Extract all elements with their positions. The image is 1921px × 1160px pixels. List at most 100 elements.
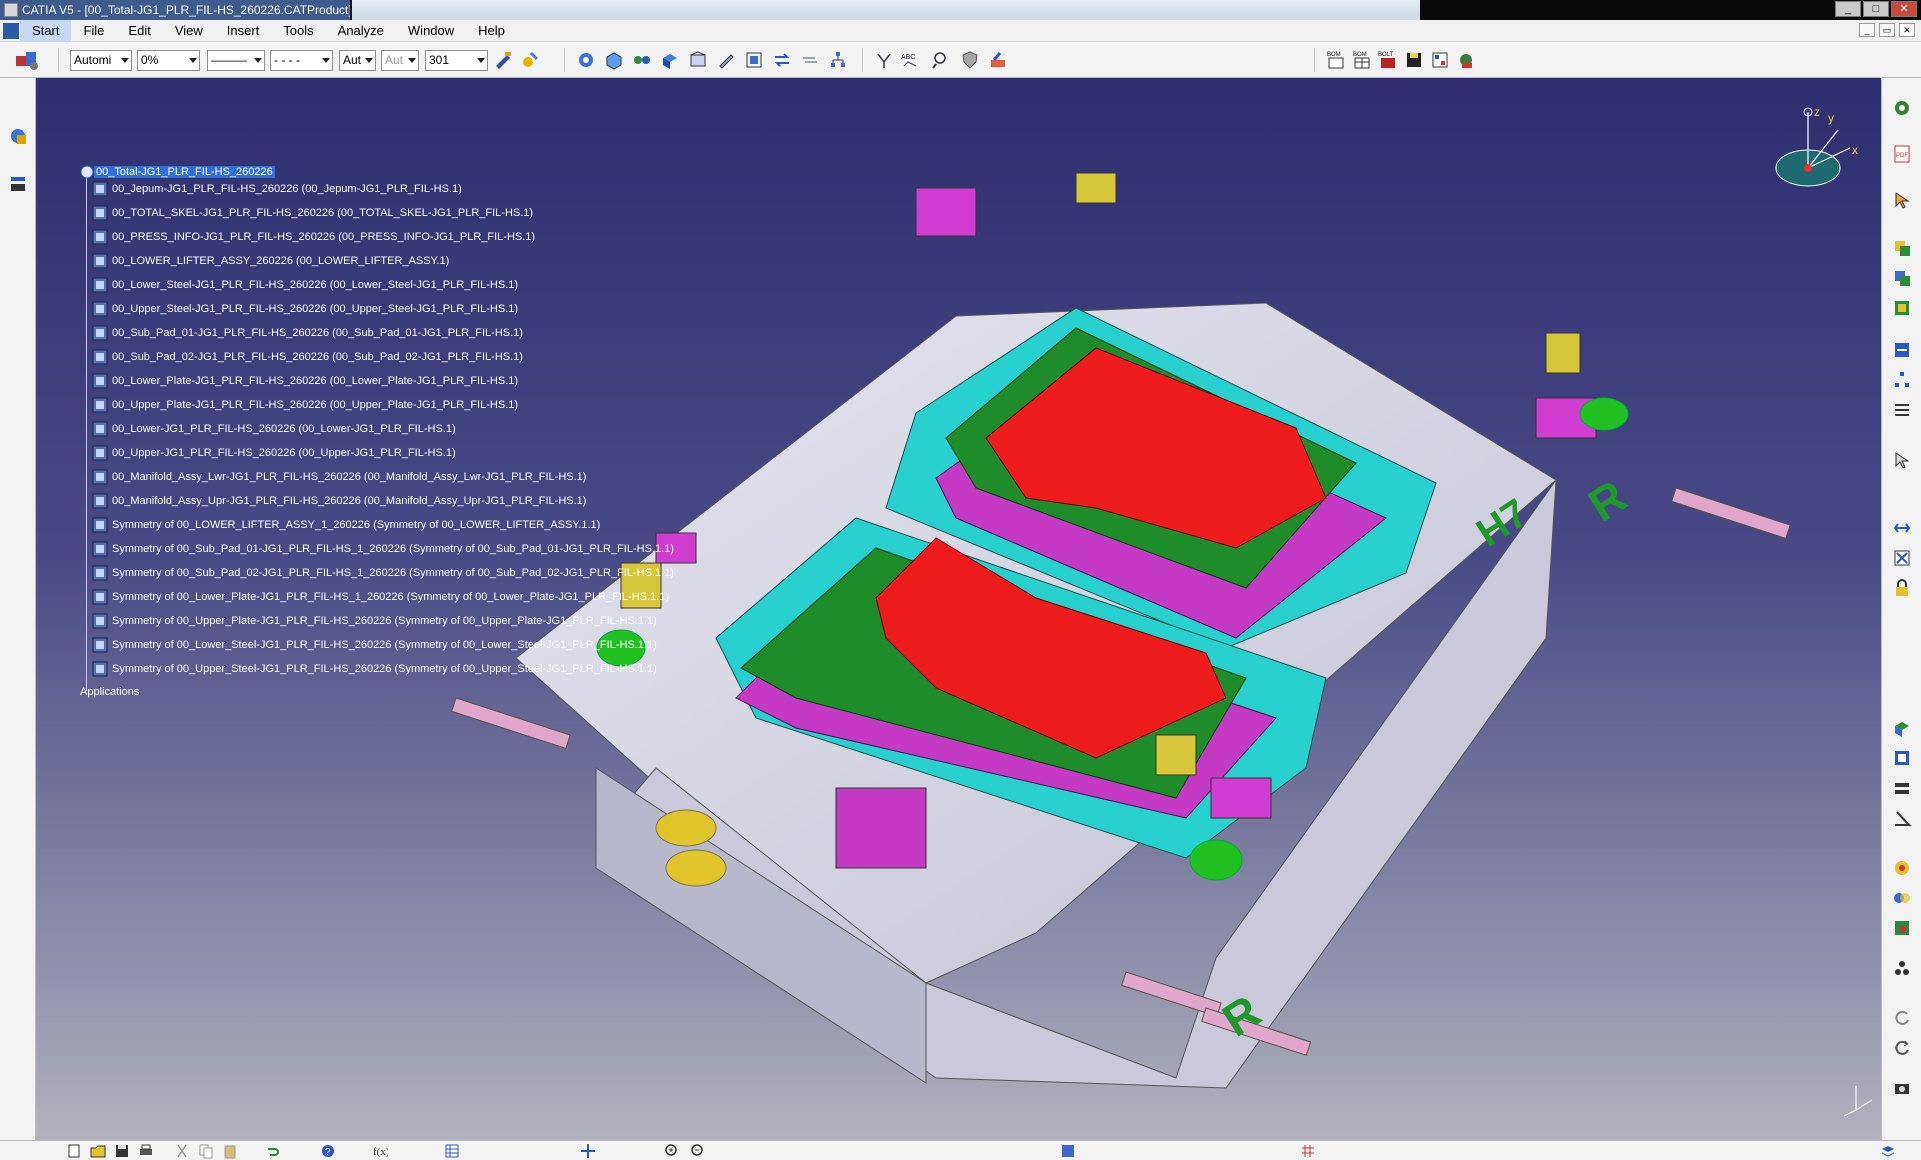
doc-close-button[interactable]: ✕ (1899, 23, 1915, 37)
close-button[interactable]: ✕ (1891, 1, 1917, 17)
swap-icon[interactable] (772, 50, 792, 70)
compass-widget[interactable]: y x z (1758, 96, 1868, 206)
tree-item[interactable]: 00_Upper-JG1_PLR_FIL-HS_260226 (00_Upper… (92, 444, 456, 462)
document-icon[interactable] (3, 23, 19, 39)
menu-file[interactable]: File (71, 20, 116, 42)
menu-edit[interactable]: Edit (116, 20, 162, 42)
contact-constraint-icon[interactable] (1892, 748, 1912, 768)
settings-icon[interactable] (1456, 50, 1476, 70)
painter-icon[interactable] (493, 50, 513, 70)
doc-minimize-button[interactable]: _ (1859, 23, 1875, 37)
explode-icon[interactable] (1892, 518, 1912, 538)
coincidence-constraint-icon[interactable] (1892, 718, 1912, 738)
minimize-button[interactable]: _ (1835, 1, 1861, 17)
replace-component-icon[interactable] (1892, 340, 1912, 360)
layer-combo[interactable]: 301 (425, 50, 488, 71)
transparency-combo[interactable]: 0% (137, 50, 200, 71)
menu-window[interactable]: Window (396, 20, 466, 42)
linetype-combo[interactable]: ——— (207, 50, 265, 71)
3d-viewport[interactable]: H7 R R 00_Total-JG1_PLR_FIL-HS_260226 00… (36, 78, 1881, 1140)
snap-icon[interactable] (930, 50, 950, 70)
table-icon[interactable] (444, 1143, 460, 1159)
tree-item[interactable]: 00_PRESS_INFO-JG1_PLR_FIL-HS_260226 (00_… (92, 228, 535, 246)
fix-component-icon[interactable] (1892, 858, 1912, 878)
tree-item[interactable]: Symmetry of 00_Sub_Pad_01-JG1_PLR_FIL-HS… (92, 540, 674, 558)
tree-item[interactable]: Symmetry of 00_LOWER_LIFTER_ASSY_1_26022… (92, 516, 600, 534)
fill-icon[interactable] (520, 50, 540, 70)
bom-table-icon[interactable]: BOM (1352, 50, 1372, 70)
undo-icon[interactable] (264, 1143, 280, 1159)
zoom-in-icon[interactable] (664, 1143, 680, 1159)
generate-numbering-icon[interactable] (1892, 400, 1912, 420)
save-icon[interactable] (1404, 50, 1424, 70)
new-document-icon[interactable] (66, 1143, 82, 1159)
tree-item[interactable]: 00_Sub_Pad_02-JG1_PLR_FIL-HS_260226 (00_… (92, 348, 523, 366)
select-icon[interactable] (1892, 190, 1912, 210)
tree-root-label[interactable]: 00_Total-JG1_PLR_FIL-HS_260226 (94, 166, 275, 178)
menu-start[interactable]: Start (20, 20, 72, 42)
axis-icon[interactable] (874, 50, 894, 70)
manipulation-icon[interactable] (1892, 98, 1912, 118)
menu-help[interactable]: Help (466, 20, 517, 42)
copy-icon[interactable] (198, 1143, 214, 1159)
tree-item[interactable]: 00_TOTAL_SKEL-JG1_PLR_FIL-HS_260226 (00_… (92, 204, 533, 222)
layer-filter-icon[interactable] (8, 174, 28, 194)
tree-item[interactable]: 00_Lower_Plate-JG1_PLR_FIL-HS_260226 (00… (92, 372, 518, 390)
camera-icon[interactable] (1892, 1078, 1912, 1098)
tree-item[interactable]: Symmetry of 00_Upper_Steel-JG1_PLR_FIL-H… (92, 660, 657, 678)
shield-icon[interactable] (960, 50, 980, 70)
catalog-browser-icon[interactable] (1060, 1143, 1076, 1159)
product-icon[interactable] (14, 48, 40, 72)
tree-root[interactable]: 00_Total-JG1_PLR_FIL-HS_260226 (80, 164, 275, 180)
offset-constraint-icon[interactable] (1892, 778, 1912, 798)
thickness-combo[interactable]: Aut (381, 50, 419, 71)
normal-view-icon[interactable] (604, 50, 624, 70)
print-icon[interactable] (138, 1143, 154, 1159)
hide-show-icon[interactable] (800, 50, 820, 70)
bom-report-icon[interactable]: BOM (1326, 50, 1346, 70)
flexible-icon[interactable] (1892, 958, 1912, 978)
tree-item[interactable]: Symmetry of 00_Lower_Steel-JG1_PLR_FIL-H… (92, 636, 657, 654)
menu-view[interactable]: View (163, 20, 215, 42)
grid-icon[interactable] (1300, 1143, 1316, 1159)
menu-tools[interactable]: Tools (271, 20, 325, 42)
abc-text-icon[interactable]: ABC (900, 50, 920, 70)
knowledge-icon[interactable]: f(x) (372, 1143, 388, 1159)
auto-combo[interactable]: Automi (70, 50, 132, 71)
tree-item[interactable]: Symmetry of 00_Sub_Pad_02-JG1_PLR_FIL-HS… (92, 564, 674, 582)
iso-view-icon[interactable] (660, 50, 680, 70)
graph-tree-icon[interactable] (1892, 370, 1912, 390)
zoom-out-icon[interactable] (690, 1143, 706, 1159)
tree-item[interactable]: 00_Sub_Pad_01-JG1_PLR_FIL-HS_260226 (00_… (92, 324, 523, 342)
snap-manipulate-icon[interactable] (1892, 450, 1912, 470)
insert-part-icon[interactable] (1892, 268, 1912, 288)
tree-item[interactable]: 00_Manifold_Assy_Upr-JG1_PLR_FIL-HS_2602… (92, 492, 586, 510)
catalog-icon[interactable] (1430, 50, 1450, 70)
cut-icon[interactable] (174, 1143, 190, 1159)
layer-icon[interactable] (1880, 1143, 1896, 1159)
fix-together-icon[interactable] (1892, 888, 1912, 908)
tree-item[interactable]: 00_LOWER_LIFTER_ASSY_260226 (00_LOWER_LI… (92, 252, 449, 270)
tree-item[interactable]: 00_Jepum-JG1_PLR_FIL-HS_260226 (00_Jepum… (92, 180, 462, 198)
doc-restore-button[interactable]: ▭ (1879, 23, 1895, 37)
paste-icon[interactable] (222, 1143, 238, 1159)
tree-applications[interactable]: Applications (80, 683, 139, 701)
quick-constraint-icon[interactable] (1892, 918, 1912, 938)
multi-view-icon[interactable] (632, 50, 652, 70)
existing-component-icon[interactable] (1892, 298, 1912, 318)
tree-item[interactable]: 00_Upper_Steel-JG1_PLR_FIL-HS_260226 (00… (92, 300, 518, 318)
sketch-icon[interactable] (988, 50, 1008, 70)
measure-icon[interactable] (744, 50, 764, 70)
lock-icon[interactable] (1892, 578, 1912, 598)
tree-item[interactable]: 00_Upper_Plate-JG1_PLR_FIL-HS_260226 (00… (92, 396, 518, 414)
menu-insert[interactable]: Insert (215, 20, 272, 42)
save-document-icon[interactable] (114, 1143, 130, 1159)
pdf-icon[interactable]: PDF (1892, 144, 1912, 164)
shading-icon[interactable] (688, 50, 708, 70)
weight-combo[interactable]: Aut (339, 50, 376, 71)
tree-icon[interactable] (828, 50, 848, 70)
menu-analyze[interactable]: Analyze (326, 20, 396, 42)
tree-item[interactable]: 00_Lower-JG1_PLR_FIL-HS_260226 (00_Lower… (92, 420, 456, 438)
open-folder-icon[interactable] (90, 1143, 106, 1159)
angle-constraint-icon[interactable] (1892, 808, 1912, 828)
